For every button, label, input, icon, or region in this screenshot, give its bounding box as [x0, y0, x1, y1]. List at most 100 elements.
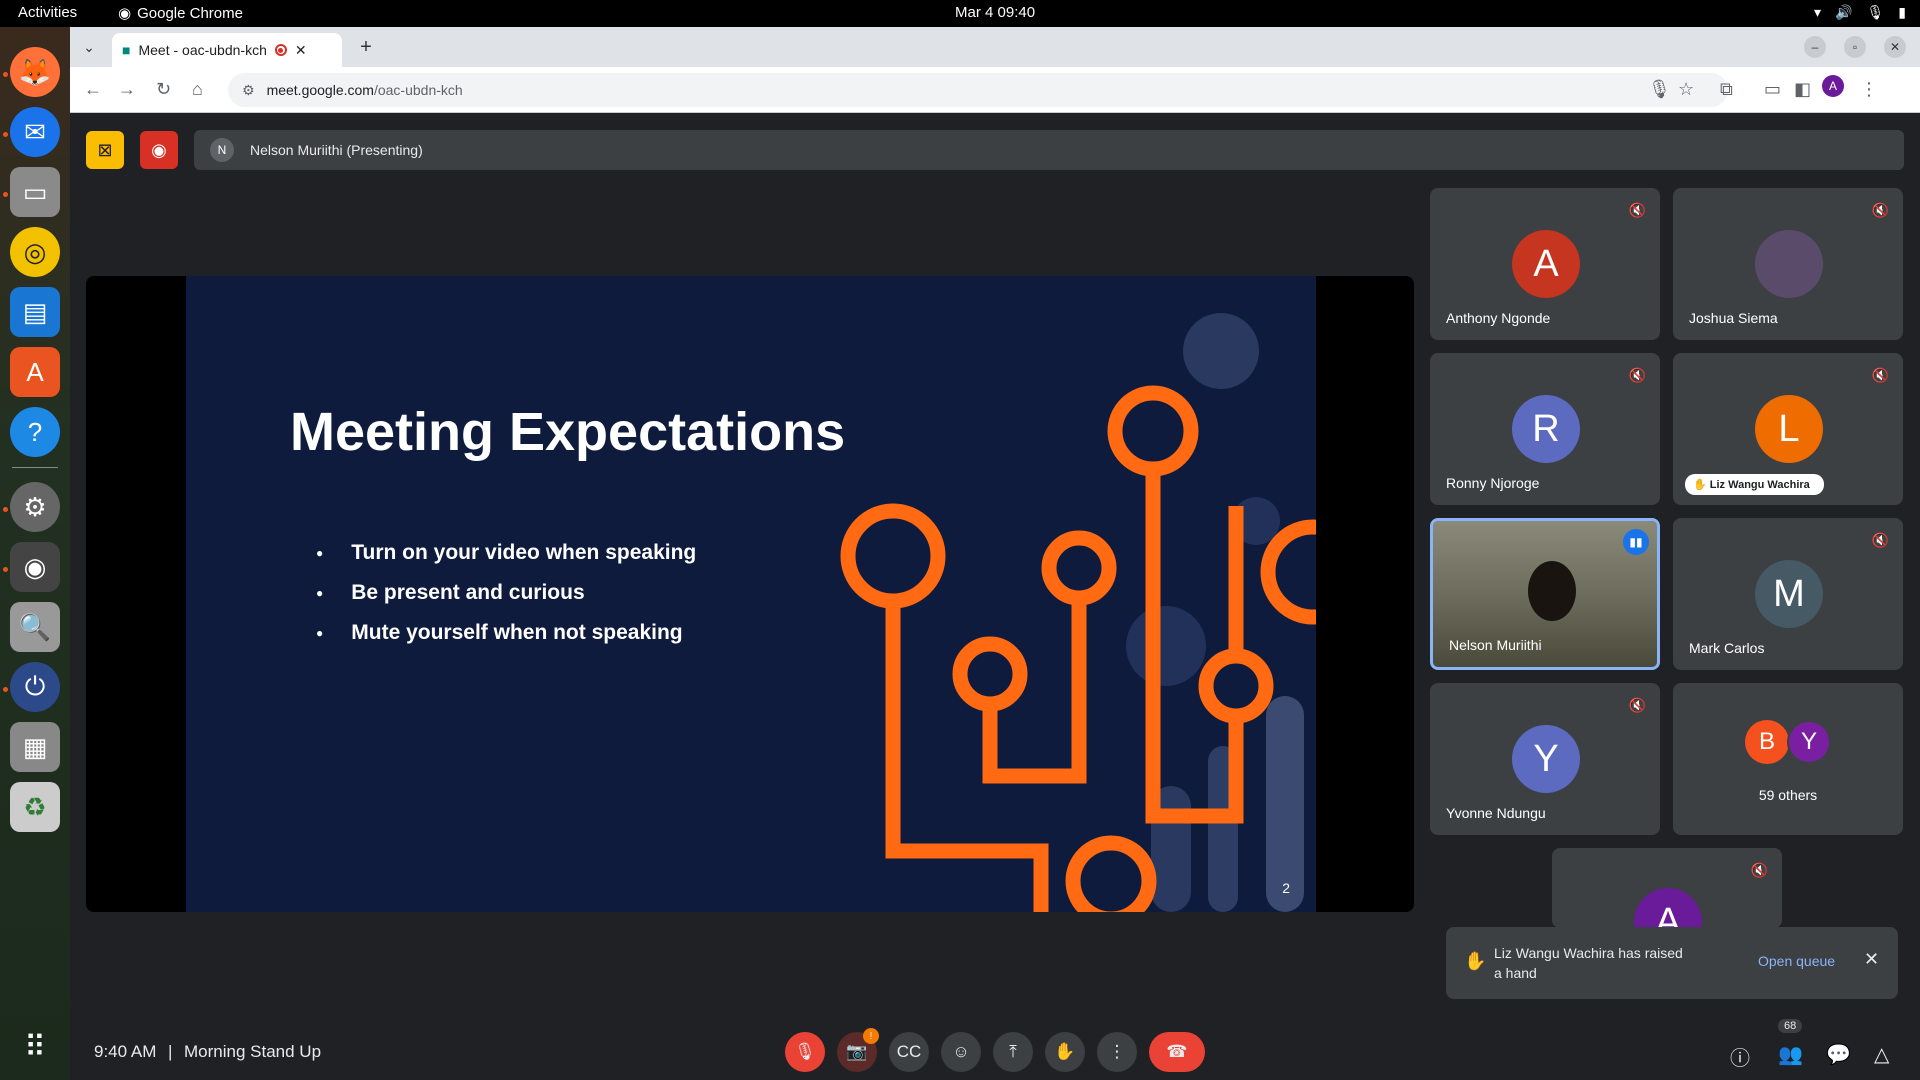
battery-icon: ▮: [1898, 4, 1906, 20]
bookmark-star-icon[interactable]: ☆: [1678, 79, 1694, 100]
tab-meet[interactable]: ■ Meet - oac-ubdn-kch ✕: [112, 33, 342, 67]
people-icon[interactable]: 👥: [1778, 1042, 1803, 1067]
raise-hand-button[interactable]: ✋: [1045, 1032, 1085, 1072]
settings-icon[interactable]: ⚙: [10, 482, 60, 532]
activities-icon[interactable]: △: [1874, 1042, 1889, 1067]
slide-bullets: Turn on your video when speaking Be pres…: [316, 541, 696, 661]
running-indicator: [3, 192, 8, 197]
video-person: [1528, 561, 1576, 621]
recording-icon: [274, 44, 287, 56]
slide: Meeting Expectations Turn on your video …: [186, 276, 1316, 912]
forward-icon[interactable]: →: [118, 79, 136, 100]
system-tray[interactable]: ▾ 🔊 🎙 ▮: [1814, 4, 1906, 21]
firefox-icon[interactable]: 🦊: [10, 47, 60, 97]
address-bar-row: ← → ↻ ⌂ ⚙ meet.google.com/oac-ubdn-kch 🎙…: [70, 67, 1920, 113]
mic-off-icon: 🔇: [1750, 862, 1768, 878]
home-icon[interactable]: ⌂: [192, 79, 203, 100]
raised-hand-toast: ✋ Liz Wangu Wachira has raised a hand Op…: [1446, 927, 1898, 999]
meeting-time: 9:40 AM: [94, 1042, 157, 1061]
mic-off-icon: 🔇: [1871, 532, 1889, 548]
presentation-stage: Meeting Expectations Turn on your video …: [86, 276, 1414, 912]
stop-presenting-icon[interactable]: ⊠: [86, 131, 124, 169]
close-window-button[interactable]: ✕: [1884, 36, 1906, 58]
participant-name: Ronny Njoroge: [1446, 475, 1540, 491]
hand-icon: ✋: [1464, 951, 1487, 971]
file-manager-icon[interactable]: ▦: [10, 722, 60, 772]
others-count: 59 others: [1758, 787, 1818, 803]
participant-tile[interactable]: R 🔇 Ronny Njoroge: [1430, 353, 1660, 505]
image-viewer-icon[interactable]: 🔍: [10, 602, 60, 652]
voice-search-icon[interactable]: 🎙: [1648, 79, 1671, 100]
mic-off-icon: 🔇: [1628, 697, 1646, 713]
dock: 🦊 ✉ ▭ ◎ ▤ A ? ⚙ ◉ 🔍 ⏻ ▦ ♻ ⠿: [0, 27, 70, 1080]
participant-tile[interactable]: 🔇 Joshua Siema: [1673, 188, 1903, 340]
meeting-info-icon[interactable]: ⓘ: [1730, 1042, 1750, 1071]
cast-icon[interactable]: ▭: [1764, 79, 1781, 100]
mic-off-icon: 🔇: [1628, 202, 1646, 218]
meeting-toolbar: 9:40 AM | Morning Stand Up 🎙 📷! CC ☺ ⤒ ✋…: [70, 1013, 1920, 1080]
tab-close-icon[interactable]: ✕: [295, 42, 307, 59]
rhythmbox-icon[interactable]: ◎: [10, 227, 60, 277]
tab-list-button[interactable]: ⌄: [78, 36, 100, 58]
minimize-button[interactable]: –: [1804, 36, 1826, 58]
open-queue-link[interactable]: Open queue: [1758, 953, 1835, 969]
chat-icon[interactable]: 💬: [1826, 1042, 1851, 1067]
chrome-dock-icon[interactable]: ◉: [10, 542, 60, 592]
participant-tile[interactable]: Y 🔇 Yvonne Ndungu: [1430, 683, 1660, 835]
avatar: A: [1634, 888, 1702, 928]
meet-favicon-icon: ■: [122, 42, 131, 58]
participant-tile-active-speaker[interactable]: ▮▮ Nelson Muriithi: [1430, 518, 1660, 670]
speaking-indicator-icon: ▮▮: [1623, 529, 1649, 555]
reload-icon[interactable]: ↻: [156, 79, 171, 100]
browser-menu-icon[interactable]: ⋮: [1860, 79, 1878, 100]
thunderbird-icon[interactable]: ✉: [10, 107, 60, 157]
site-info-icon[interactable]: ⚙: [242, 82, 255, 99]
clock[interactable]: Mar 4 09:40: [955, 4, 1035, 21]
side-panel-icon[interactable]: ◧: [1794, 79, 1811, 100]
camera-toggle-button[interactable]: 📷!: [837, 1028, 879, 1072]
participant-name: Mark Carlos: [1689, 640, 1765, 656]
app-grid-icon[interactable]: ⠿: [10, 1022, 60, 1072]
maximize-button[interactable]: ▫: [1844, 36, 1866, 58]
toast-message: Liz Wangu Wachira has raised a hand: [1494, 945, 1683, 981]
app-center-icon[interactable]: A: [10, 347, 60, 397]
app-menu[interactable]: ◉ Google Chrome: [118, 4, 243, 23]
url-domain: meet.google.com: [266, 82, 374, 98]
extensions-icon[interactable]: ⧉: [1720, 79, 1733, 100]
avatar-photo: [1755, 230, 1823, 298]
present-screen-button[interactable]: ⤒: [993, 1032, 1033, 1072]
writer-icon[interactable]: ▤: [10, 287, 60, 337]
url-bar[interactable]: ⚙ meet.google.com/oac-ubdn-kch: [228, 73, 1728, 107]
participant-tile[interactable]: A 🔇: [1552, 848, 1782, 928]
participant-tile[interactable]: M 🔇 Mark Carlos: [1673, 518, 1903, 670]
dock-separator: [12, 467, 58, 468]
back-icon[interactable]: ←: [84, 79, 102, 100]
emoji-reaction-button[interactable]: ☺: [941, 1032, 981, 1072]
participant-tile[interactable]: A 🔇 Anthony Ngonde: [1430, 188, 1660, 340]
participant-name: Joshua Siema: [1689, 310, 1778, 326]
captions-button[interactable]: CC: [889, 1032, 929, 1072]
profile-avatar[interactable]: A: [1822, 75, 1844, 97]
slide-title: Meeting Expectations: [290, 402, 846, 462]
participant-name: Yvonne Ndungu: [1446, 805, 1546, 821]
new-tab-button[interactable]: +: [355, 36, 377, 58]
close-icon[interactable]: ✕: [1864, 949, 1879, 970]
activities-button[interactable]: Activities: [18, 4, 77, 21]
trash-icon[interactable]: ♻: [10, 782, 60, 832]
os-top-bar: Activities ◉ Google Chrome Mar 4 09:40 ▾ …: [0, 0, 1920, 27]
footer-separator: |: [168, 1042, 173, 1061]
mic-toggle-button[interactable]: 🎙: [785, 1032, 825, 1072]
avatar: A: [1512, 230, 1580, 298]
others-tile[interactable]: B Y 59 others: [1673, 683, 1903, 835]
more-options-button[interactable]: ⋮: [1097, 1032, 1137, 1072]
leave-call-button[interactable]: ☎: [1149, 1032, 1205, 1072]
tab-strip: ⌄ ■ Meet - oac-ubdn-kch ✕ + – ▫ ✕: [70, 27, 1920, 67]
participant-name: Nelson Muriithi: [1449, 637, 1542, 653]
recording-button[interactable]: ◉: [140, 131, 178, 169]
avatar: B: [1745, 720, 1789, 764]
participant-tile[interactable]: L 🔇 ✋ Liz Wangu Wachira: [1673, 353, 1903, 505]
url-path: /oac-ubdn-kch: [373, 82, 463, 98]
files-icon[interactable]: ▭: [10, 167, 60, 217]
help-icon[interactable]: ?: [10, 407, 60, 457]
timer-icon[interactable]: ⏻: [10, 662, 60, 712]
